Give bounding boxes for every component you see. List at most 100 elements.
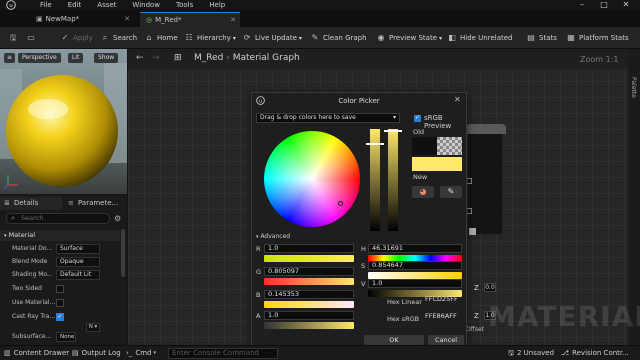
breadcrumb-material[interactable]: M_Red [194, 53, 223, 63]
lit-button[interactable]: Lit [68, 53, 84, 63]
hex-linear-field[interactable]: FFCD25FF [422, 296, 462, 305]
subsurface-expand-button[interactable]: N ▾ [86, 323, 100, 332]
color-wheel[interactable] [264, 131, 360, 227]
cmd-selector[interactable]: ›_ Cmd ▾ [126, 348, 156, 359]
perspective-button[interactable]: Perspective [18, 53, 61, 63]
red-slider[interactable] [264, 255, 354, 262]
palette-label: Palette [630, 77, 637, 98]
red-value-field[interactable]: 1.0 [264, 244, 354, 253]
tab-parameters[interactable]: ≡ Paramete... [64, 197, 124, 210]
content-drawer-button[interactable]: ▥ Content Drawer [4, 348, 69, 359]
menu-edit[interactable]: Edit [68, 1, 82, 9]
menu-tools[interactable]: Tools [176, 1, 193, 9]
green-slider[interactable] [264, 278, 354, 285]
menu-help[interactable]: Help [209, 1, 225, 9]
alpha-slider[interactable] [264, 322, 354, 329]
property-label: Material Do... [12, 245, 53, 252]
hide-unrelated-icon: ◧ [448, 33, 456, 42]
show-button[interactable]: Show [94, 53, 119, 63]
maximize-icon[interactable]: □ [596, 0, 612, 10]
saturation-slider[interactable] [366, 129, 384, 231]
back-arrow-icon[interactable]: ← [136, 53, 144, 63]
menu-file[interactable]: File [40, 1, 52, 9]
close-tab-icon[interactable]: ✕ [230, 13, 236, 28]
apply-button[interactable]: ✓ Apply [60, 31, 93, 45]
saturation-bar[interactable] [368, 272, 462, 279]
revision-control-button[interactable]: ⎇ Revision Contr... [561, 348, 629, 359]
settings-icon[interactable]: ⚙ [114, 214, 121, 223]
tab-m-red[interactable]: ◎ M_Red* ✕ [140, 12, 240, 27]
color-themes-button[interactable]: ◕ [412, 186, 434, 198]
unreal-logo-icon[interactable]: u [6, 0, 18, 10]
graph-node-body[interactable] [468, 134, 502, 234]
unsaved-button[interactable]: 🖫 2 Unsaved [508, 348, 554, 359]
ok-button[interactable]: OK [364, 335, 424, 345]
value-value-field[interactable]: 1.0 [368, 279, 462, 288]
viewport-menu-button[interactable]: ≡ [4, 53, 16, 63]
hide-unrelated-button[interactable]: ◧ Hide Unrelated [447, 31, 512, 45]
blue-value-field[interactable]: 0.145353 [264, 290, 354, 299]
color-wheel-cursor[interactable] [338, 201, 343, 206]
two-sided-checkbox[interactable] [56, 285, 64, 293]
srgb-preview-checkbox[interactable]: ✓ [414, 115, 421, 122]
preview-state-button[interactable]: ◉ Preview State ▾ [376, 31, 443, 45]
chevron-down-icon: ▾ [232, 34, 236, 42]
tab-newmap[interactable]: ▣ NewMap* ✕ [30, 12, 134, 27]
graph-icon: ⊞ [174, 53, 182, 63]
cast-ray-traced-shadows-checkbox[interactable]: ✓ [56, 313, 64, 321]
platform-stats-button[interactable]: ▦ Platform Stats [566, 31, 629, 45]
live-update-button[interactable]: ⟳ Live Update ▾ [242, 31, 302, 45]
graph-node-header[interactable] [466, 124, 506, 134]
slider-thumb[interactable] [384, 130, 402, 132]
section-material-header[interactable]: ▾ Material [0, 230, 120, 241]
node-pin[interactable] [469, 228, 476, 235]
breadcrumb[interactable]: M_Red › Material Graph [194, 53, 300, 63]
tab-details[interactable]: ≣ Details [0, 197, 62, 210]
details-search-input[interactable]: ⌕ Search [6, 213, 110, 224]
close-window-icon[interactable]: ✕ [618, 0, 634, 10]
output-log-button[interactable]: ▤ Output Log [72, 348, 121, 359]
clean-graph-button[interactable]: ✎ Clean Graph [310, 31, 367, 45]
slider-thumb[interactable] [366, 143, 384, 145]
browse-button[interactable]: ▭ [26, 31, 39, 45]
eyedropper-button[interactable]: ✎ [440, 186, 462, 198]
advanced-section-header[interactable]: ▾ Advanced [256, 233, 290, 240]
alpha-value-field[interactable]: 1.0 [264, 311, 354, 320]
node-field-label: Offset [466, 326, 485, 333]
blue-slider[interactable] [264, 301, 354, 308]
color-picker-dialog[interactable]: u Color Picker ✕ Drag & drop colors here… [251, 92, 467, 348]
value-slider[interactable] [384, 129, 402, 231]
property-row: Shading Mo... Default Lit [0, 269, 120, 281]
forward-arrow-icon[interactable]: → [152, 53, 160, 63]
saturation-value-field[interactable]: 0.854647 [368, 261, 462, 270]
material-domain-dropdown[interactable]: Surface [56, 244, 100, 254]
hex-srgb-field[interactable]: FFE86AFF [422, 313, 462, 322]
shading-model-dropdown[interactable]: Default Lit [56, 270, 100, 280]
details-icon: ≣ [4, 199, 10, 207]
material-preview-viewport[interactable]: ≡ Perspective Lit Show [0, 49, 127, 194]
subsurface-profile-field[interactable]: None [56, 332, 76, 342]
search-label: Search [113, 34, 138, 42]
close-tab-icon[interactable]: ✕ [124, 12, 130, 27]
search-button[interactable]: ⌕ Search [100, 31, 137, 45]
menu-window[interactable]: Window [132, 1, 160, 9]
close-icon[interactable]: ✕ [454, 95, 461, 104]
hue-value-field[interactable]: 46.31691 [368, 244, 462, 253]
section-label: Material [8, 231, 35, 239]
details-scrollbar[interactable] [121, 229, 125, 277]
cancel-button[interactable]: Cancel [428, 335, 464, 345]
minimize-icon[interactable]: – [574, 0, 590, 10]
blend-mode-dropdown[interactable]: Opaque [56, 257, 100, 267]
console-command-input[interactable]: Enter Console Command [168, 348, 278, 359]
platform-stats-label: Platform Stats [579, 34, 629, 42]
hex-srgb-label: Hex sRGB [387, 315, 420, 323]
hierarchy-button[interactable]: ☷ Hierarchy ▾ [184, 31, 236, 45]
home-button[interactable]: ⌂ Home [144, 31, 177, 45]
stats-button[interactable]: ▤ Stats [526, 31, 557, 45]
use-material-attributes-checkbox[interactable] [56, 299, 64, 307]
green-value-field[interactable]: 0.805097 [264, 267, 354, 276]
menu-asset[interactable]: Asset [97, 1, 116, 9]
save-button[interactable]: 🖫 [8, 31, 21, 45]
node-value-field[interactable]: 0.0 [484, 283, 496, 292]
saved-colors-drop-zone[interactable]: Drag & drop colors here to save ▾ [256, 113, 400, 123]
